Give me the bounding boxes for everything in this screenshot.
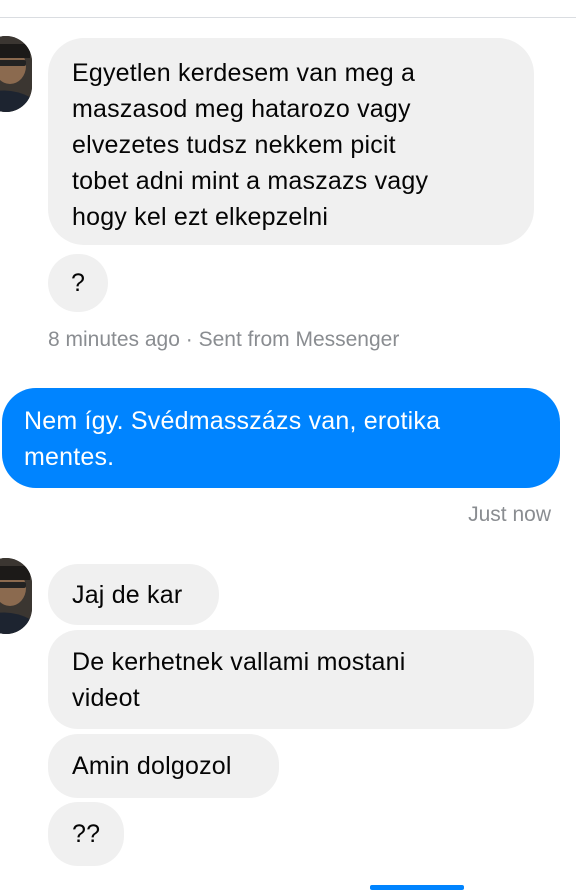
message-bubble-incoming[interactable]: Jaj de kar [48, 564, 219, 625]
avatar[interactable] [0, 558, 32, 634]
message-timestamp: 8 minutes ago · Sent from Messenger [48, 328, 400, 351]
message-line: Egyetlen kerdesem van meg a [72, 59, 416, 87]
avatar[interactable] [0, 36, 32, 112]
message-bubble-incoming[interactable]: Egyetlen kerdesem van meg a maszasod meg… [48, 38, 534, 245]
message-timestamp: Just now [468, 503, 551, 526]
message-line: elvezetes tudsz nekkem picit [72, 131, 396, 159]
message-line: Nem így. Svédmasszázs van, erotika [24, 407, 441, 435]
message-line: hogy kel ezt elkepzelni [72, 203, 329, 231]
seen-indicator [370, 885, 464, 890]
top-divider [0, 17, 576, 18]
message-line: Jaj de kar [72, 581, 183, 609]
message-line: tobet adni mint a maszazs vagy [72, 167, 429, 195]
message-line: maszasod meg hatarozo vagy [72, 95, 411, 123]
message-bubble-incoming[interactable]: ?? [48, 802, 124, 866]
message-line: Amin dolgozol [72, 752, 232, 780]
message-text: ? [70, 269, 86, 297]
message-bubble-outgoing[interactable]: Nem így. Svédmasszázs van, erotika mente… [2, 388, 560, 488]
message-bubble-incoming[interactable]: Amin dolgozol [48, 734, 279, 798]
message-line: mentes. [24, 443, 115, 471]
message-bubble-incoming[interactable]: De kerhetnek vallami mostani videot [48, 630, 534, 729]
message-bubble-incoming[interactable]: ? [48, 254, 108, 312]
message-line: De kerhetnek vallami mostani [72, 648, 406, 676]
message-line: videot [72, 684, 140, 712]
message-line: ?? [72, 820, 101, 848]
